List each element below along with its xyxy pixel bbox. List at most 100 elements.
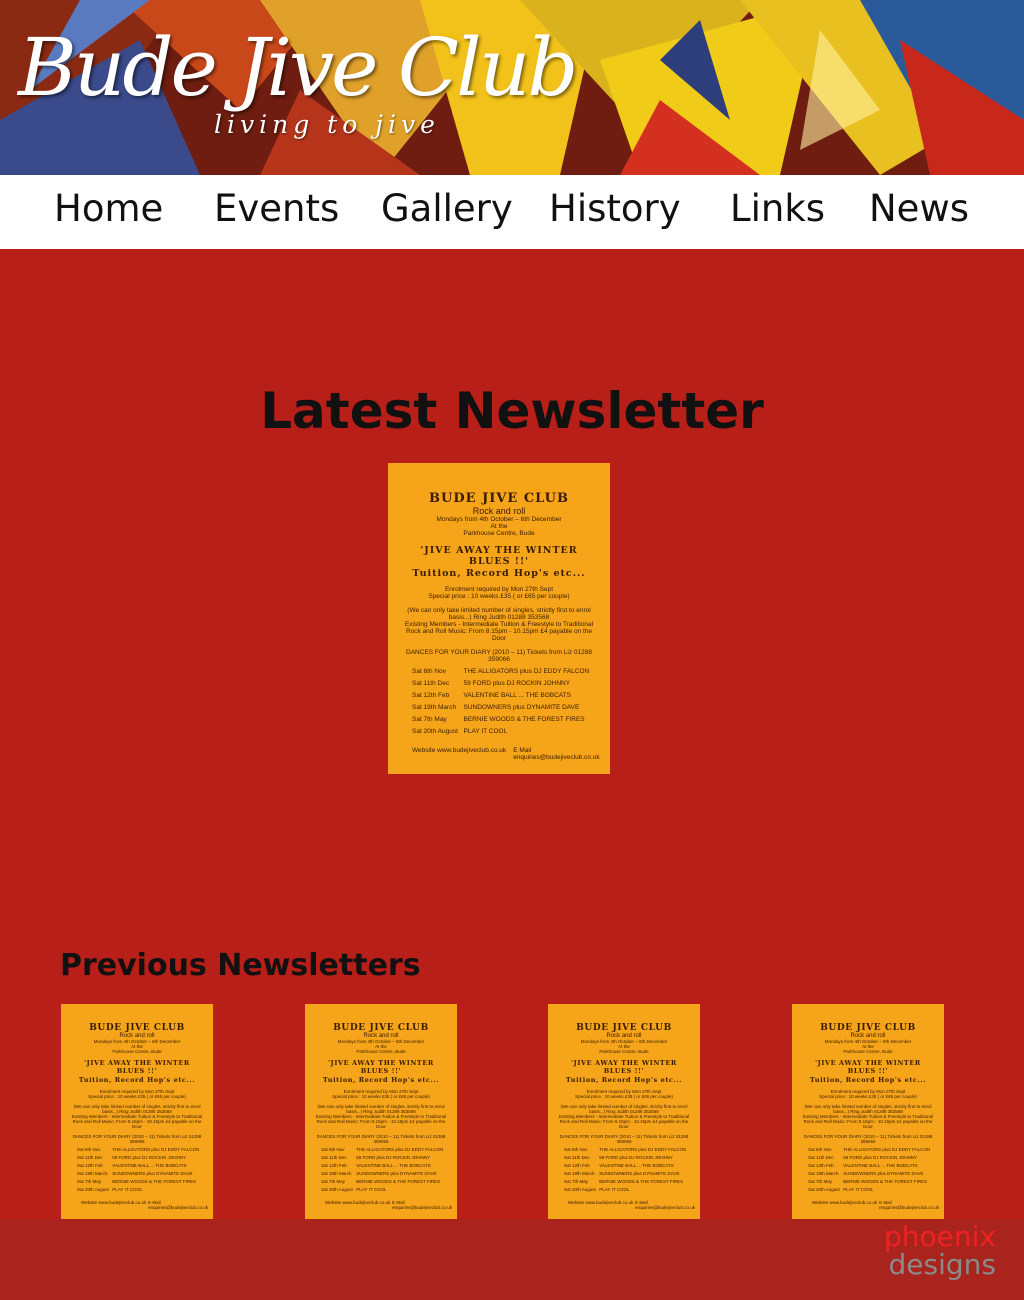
flyer-enrolment: Enrolment required by Mon 27th Sept bbox=[444, 586, 554, 593]
flyer-dance-row: Sat 6th Nov THE ALLIGATORS plus DJ EDDY F… bbox=[808, 1147, 934, 1152]
flyer-price: Special price : 10 weeks £35 ( or £65 pe… bbox=[575, 1094, 673, 1099]
flyer-dance-row: Sat 19th March SUNDOWNERS plus DYNAMITE D… bbox=[564, 1171, 690, 1176]
flyer-dance-act: VALENTINE BALL ... THE BOBCATS bbox=[463, 692, 571, 699]
flyer-dance-row: Sat 12th Feb VALENTINE BALL ... THE BOBCA… bbox=[321, 1163, 447, 1168]
previous-newsletter-image[interactable]: BUDE JIVE CLUB Rock and roll Mondays fro… bbox=[792, 1004, 944, 1219]
flyer-dance-date: Sat 20th August bbox=[412, 728, 458, 735]
header-banner: Bude Jive Club living to jive bbox=[0, 0, 1024, 175]
flyer-dance-act: PLAY IT COOL bbox=[356, 1187, 387, 1192]
flyer-dance-row: Sat 12th Feb VALENTINE BALL ... THE BOBCA… bbox=[564, 1163, 690, 1168]
flyer-contact: Website www.budejiveclub.co.uk E Mail en… bbox=[568, 1200, 695, 1210]
flyer-dance-list: Sat 6th Nov THE ALLIGATORS plus DJ EDDY F… bbox=[802, 1147, 934, 1192]
flyer-dance-date: Sat 6th Nov bbox=[321, 1147, 345, 1152]
flyer-dance-act: PLAY IT COOL bbox=[112, 1187, 143, 1192]
flyer-tuition: Tuition, Record Hop's etc... bbox=[809, 1076, 927, 1084]
flyer-dance-act: 59 FORD plus DJ ROCKIN JOHNNY bbox=[599, 1155, 674, 1160]
flyer-dance-date: Sat 20th August bbox=[77, 1187, 109, 1192]
flyer-dance-date: Sat 6th Nov bbox=[808, 1147, 832, 1152]
flyer-dance-row: Sat 19th March SUNDOWNERS plus DYNAMITE D… bbox=[321, 1171, 447, 1176]
flyer-tuition: Tuition, Record Hop's etc... bbox=[78, 1076, 196, 1084]
nav-item-links[interactable]: Links bbox=[730, 187, 825, 230]
flyer-singles: (We can only take limited number of sing… bbox=[560, 1104, 688, 1114]
main-nav: Home Events Gallery History Links News bbox=[0, 175, 1024, 249]
flyer-dance-act: PLAY IT COOL bbox=[463, 728, 508, 735]
flyer-website: Website www.budejiveclub.co.uk bbox=[412, 747, 507, 754]
flyer-dance-row: Sat 7th May BERNIE WOODS & THE FOREST FIR… bbox=[77, 1179, 203, 1184]
nav-item-history[interactable]: History bbox=[549, 187, 681, 230]
logo-text: Bude Jive Club bbox=[18, 21, 578, 114]
flyer-dance-row: Sat 6th Nov THE ALLIGATORS plus DJ EDDY F… bbox=[77, 1147, 203, 1152]
flyer-email: E Mail enquiries@budejiveclub.co.uk bbox=[513, 747, 600, 761]
designer-credit-link[interactable]: phoenix designs bbox=[866, 1223, 996, 1279]
flyer-dance-date: Sat 12th Feb bbox=[321, 1163, 347, 1168]
flyer-style: Rock and roll bbox=[472, 506, 526, 516]
flyer-dance-row: Sat 6th Nov THE ALLIGATORS plus DJ EDDY F… bbox=[321, 1147, 447, 1152]
flyer-members: Existing Members - Intermediate Tuition … bbox=[71, 1114, 203, 1129]
flyer-website: Website www.budejiveclub.co.uk bbox=[812, 1200, 878, 1205]
flyer-dance-act: PLAY IT COOL bbox=[843, 1187, 874, 1192]
flyer-singles: (We can only take limited number of sing… bbox=[407, 607, 591, 621]
previous-newsletter-image[interactable]: BUDE JIVE CLUB Rock and roll Mondays fro… bbox=[548, 1004, 700, 1219]
flyer-headline: 'JIVE AWAY THE WINTER BLUES !!' bbox=[84, 1059, 190, 1075]
flyer-members: Existing Members - Intermediate Tuition … bbox=[802, 1114, 934, 1129]
flyer-contact: Website www.budejiveclub.co.uk E Mail en… bbox=[325, 1200, 452, 1210]
flyer-dance-act: 59 FORD plus DJ ROCKIN JOHNNY bbox=[843, 1155, 918, 1160]
flyer-dance-date: Sat 7th May bbox=[77, 1179, 102, 1184]
flyer-dates: Mondays from 4th October – 6th December bbox=[436, 516, 562, 523]
credit-line-1: phoenix bbox=[884, 1220, 996, 1253]
flyer-dance-row: Sat 12th Feb VALENTINE BALL ... THE BOBCA… bbox=[412, 692, 596, 699]
flyer-dance-date: Sat 19th March bbox=[77, 1171, 108, 1176]
flyer-dance-act: VALENTINE BALL ... THE BOBCATS bbox=[112, 1163, 187, 1168]
flyer-dance-act: THE ALLIGATORS plus DJ EDDY FALCON bbox=[112, 1147, 200, 1152]
flyer-dance-row: Sat 19th March SUNDOWNERS plus DYNAMITE D… bbox=[808, 1171, 934, 1176]
flyer-dance-act: THE ALLIGATORS plus DJ EDDY FALCON bbox=[843, 1147, 931, 1152]
flyer-dance-date: Sat 6th Nov bbox=[564, 1147, 588, 1152]
latest-newsletter-image[interactable]: BUDE JIVE CLUB Rock and roll Mondays fro… bbox=[388, 463, 610, 774]
previous-newsletter-image[interactable]: BUDE JIVE CLUB Rock and roll Mondays fro… bbox=[305, 1004, 457, 1219]
flyer-dance-row: Sat 6th Nov THE ALLIGATORS plus DJ EDDY F… bbox=[412, 668, 596, 675]
previous-newsletter-image[interactable]: BUDE JIVE CLUB Rock and roll Mondays fro… bbox=[61, 1004, 213, 1219]
flyer-dance-date: Sat 11th Dec bbox=[321, 1155, 347, 1160]
nav-item-home[interactable]: Home bbox=[54, 187, 163, 230]
latest-newsletter-heading: Latest Newsletter bbox=[260, 382, 764, 440]
flyer-dance-act: BERNIE WOODS & THE FOREST FIRES bbox=[112, 1179, 197, 1184]
flyer-dance-row: Sat 12th Feb VALENTINE BALL ... THE BOBCA… bbox=[77, 1163, 203, 1168]
flyer-dance-date: Sat 20th August bbox=[808, 1187, 840, 1192]
flyer-dance-act: VALENTINE BALL ... THE BOBCATS bbox=[356, 1163, 431, 1168]
flyer-dance-date: Sat 11th Dec bbox=[564, 1155, 590, 1160]
flyer-singles: (We can only take limited number of sing… bbox=[317, 1104, 445, 1114]
nav-item-gallery[interactable]: Gallery bbox=[381, 187, 513, 230]
flyer-diary: DANCES FOR YOUR DIARY (2010 – 11) Ticket… bbox=[72, 1134, 202, 1144]
flyer-dance-date: Sat 7th May bbox=[808, 1179, 833, 1184]
flyer-email: E Mail enquiries@budejiveclub.co.uk bbox=[392, 1200, 452, 1210]
flyer-venue: Parkhouse Centre, Bude bbox=[112, 1049, 162, 1054]
flyer-dance-act: BERNIE WOODS & THE FOREST FIRES bbox=[599, 1179, 684, 1184]
flyer-dance-act: SUNDOWNERS plus DYNAMITE DAVE bbox=[843, 1171, 924, 1176]
flyer-diary: DANCES FOR YOUR DIARY (2010 – 11) Ticket… bbox=[559, 1134, 689, 1144]
flyer-email: E Mail enquiries@budejiveclub.co.uk bbox=[635, 1200, 695, 1210]
flyer-dance-date: Sat 20th August bbox=[321, 1187, 353, 1192]
nav-item-news[interactable]: News bbox=[869, 187, 969, 230]
flyer-dance-date: Sat 11th Dec bbox=[808, 1155, 834, 1160]
flyer-dance-date: Sat 12th Feb bbox=[412, 692, 450, 699]
nav-item-events[interactable]: Events bbox=[214, 187, 339, 230]
flyer-dance-act: SUNDOWNERS plus DYNAMITE DAVE bbox=[463, 704, 580, 711]
flyer-dance-row: Sat 12th Feb VALENTINE BALL ... THE BOBCA… bbox=[808, 1163, 934, 1168]
flyer-website: Website www.budejiveclub.co.uk bbox=[568, 1200, 634, 1205]
flyer-dance-row: Sat 7th May BERNIE WOODS & THE FOREST FIR… bbox=[808, 1179, 934, 1184]
flyer-dance-act: PLAY IT COOL bbox=[599, 1187, 630, 1192]
flyer-contact: Website www.budejiveclub.co.uk E Mail en… bbox=[412, 747, 600, 761]
flyer-tuition: Tuition, Record Hop's etc... bbox=[565, 1076, 683, 1084]
flyer-club-name: BUDE JIVE CLUB bbox=[89, 1023, 185, 1033]
site-logo[interactable]: Bude Jive Club living to jive bbox=[18, 28, 578, 148]
flyer-dance-act: 59 FORD plus DJ ROCKIN JOHNNY bbox=[112, 1155, 187, 1160]
flyer-diary: DANCES FOR YOUR DIARY (2010 – 11) Ticket… bbox=[803, 1134, 933, 1144]
flyer-dance-date: Sat 7th May bbox=[321, 1179, 346, 1184]
flyer-dance-act: 59 FORD plus DJ ROCKIN JOHNNY bbox=[463, 680, 571, 687]
flyer-club-name: BUDE JIVE CLUB bbox=[429, 491, 569, 506]
flyer-price: Special price : 10 weeks £35 ( or £65 pe… bbox=[332, 1094, 430, 1099]
flyer-dance-act: 59 FORD plus DJ ROCKIN JOHNNY bbox=[356, 1155, 431, 1160]
flyer-tuition: Tuition, Record Hop's etc... bbox=[322, 1076, 440, 1084]
flyer-price: Special price : 10 weeks £35 ( or £65 pe… bbox=[819, 1094, 917, 1099]
flyer-dance-row: Sat 7th May BERNIE WOODS & THE FOREST FIR… bbox=[564, 1179, 690, 1184]
